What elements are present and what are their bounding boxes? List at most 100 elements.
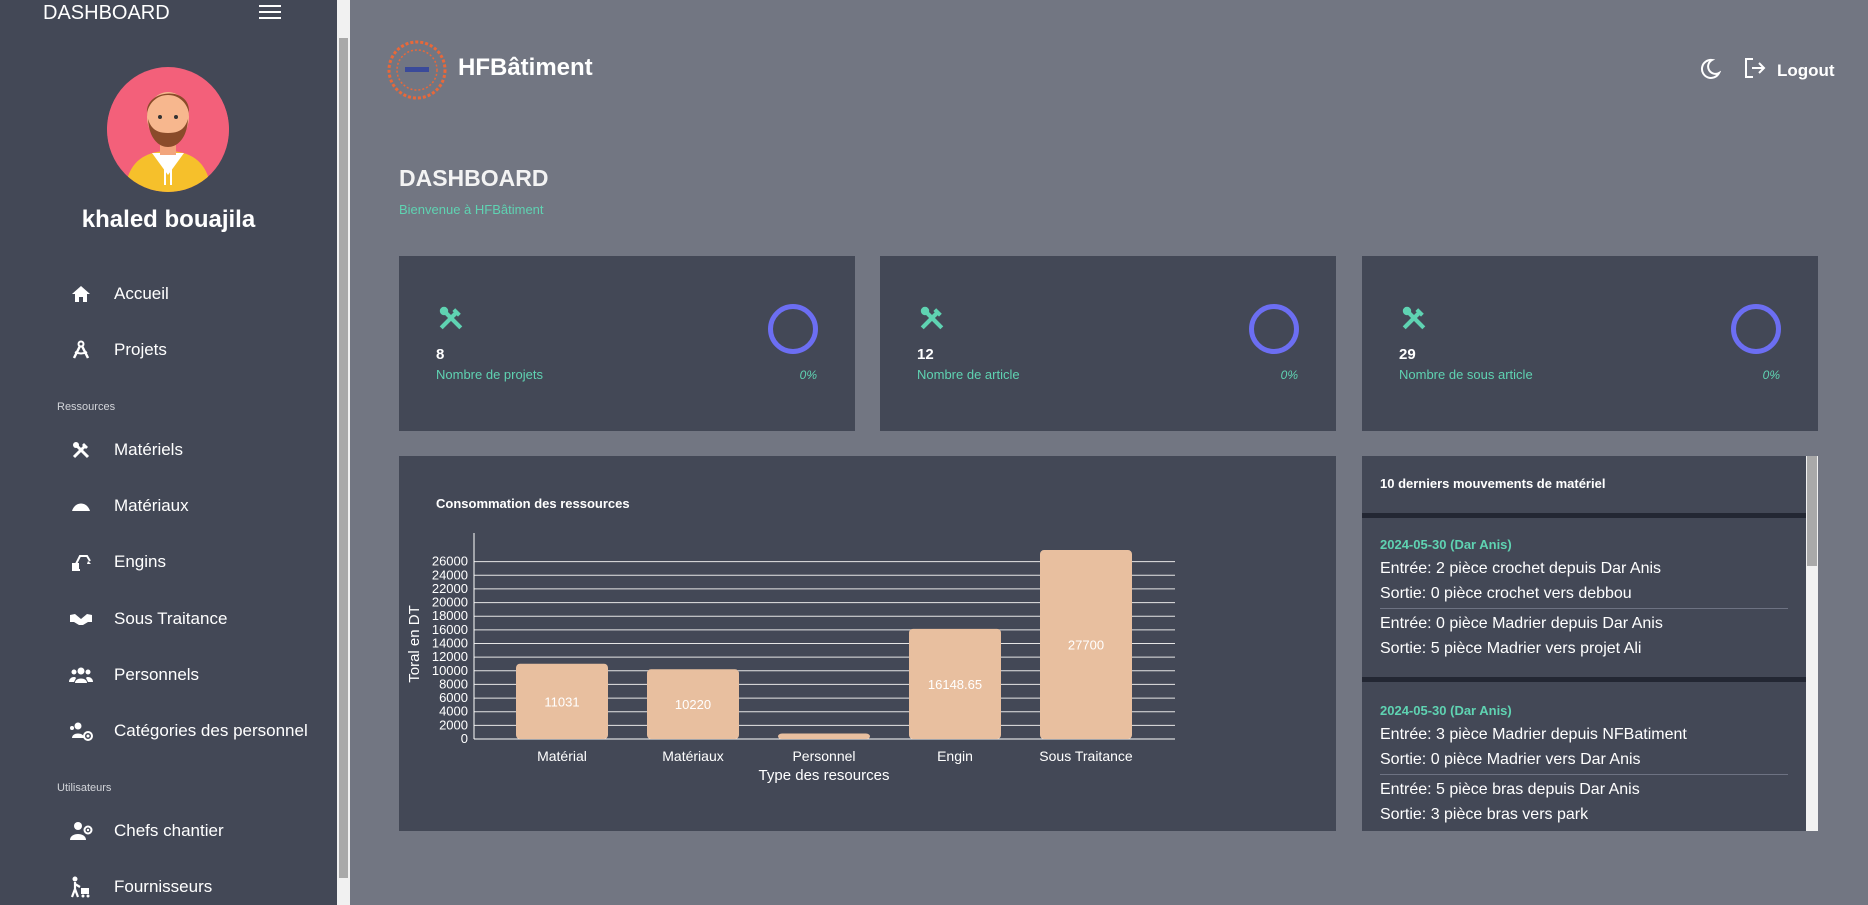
stat-value: 8 — [436, 346, 445, 363]
movement-divider — [1380, 774, 1788, 775]
section-label-resources: Ressources — [57, 401, 116, 413]
stat-card-sous-articles: 29 Nombre de sous article 0% — [1362, 256, 1818, 431]
sidebar-item-label: Matériaux — [114, 496, 189, 515]
progress-ring — [1731, 304, 1781, 354]
sidebar-item-fournisseurs[interactable]: Fournisseurs — [66, 869, 212, 905]
sidebar-item-materiaux[interactable]: Matériaux — [66, 488, 189, 524]
tools-icon — [1400, 304, 1428, 337]
logout-label: Logout — [1777, 60, 1835, 80]
bar-data-label: 27700 — [1068, 638, 1104, 653]
menu-toggle-icon[interactable] — [259, 5, 281, 22]
stat-value: 12 — [917, 346, 934, 363]
movement-entry: Entrée: 2 pièce crochet depuis Dar Anis — [1380, 560, 1662, 577]
sidebar-item-label: Projets — [114, 340, 167, 359]
movement-entry: Entrée: 0 pièce Madrier depuis Dar Anis — [1380, 615, 1663, 632]
chart-panel: Consommation des ressources 0 2000 4000 600… — [399, 456, 1336, 831]
sidebar-item-projets[interactable]: Projets — [66, 332, 167, 368]
y-tick-label: 2000 — [439, 717, 468, 732]
movement-separator — [1362, 513, 1806, 518]
users-cog-icon — [66, 721, 96, 741]
user-name: khaled bouajila — [81, 206, 256, 233]
x-axis-label: Type des resources — [759, 767, 890, 784]
y-tick-label: 18000 — [432, 608, 468, 623]
movement-separator — [1362, 677, 1806, 682]
tools-icon — [66, 440, 96, 460]
movement-divider — [1380, 608, 1788, 609]
sidebar-item-materiels[interactable]: Matériels — [66, 432, 183, 468]
user-gear-icon — [66, 821, 96, 841]
sidebar-item-label: Engins — [114, 552, 166, 571]
y-tick-label: 20000 — [432, 595, 468, 610]
sidebar-title: DASHBOARD — [43, 2, 170, 24]
sidebar-item-label: Personnels — [114, 665, 200, 684]
movement-entry: Entrée: 5 pièce bras depuis Dar Anis — [1380, 781, 1640, 798]
sidebar-item-label: Catégories des personnel — [114, 721, 308, 740]
y-tick-label: 24000 — [432, 567, 468, 582]
x-tick-label: Matérial — [537, 748, 587, 764]
movement-date: 2024-05-30 (Dar Anis) — [1380, 537, 1512, 552]
stat-value: 29 — [1399, 346, 1416, 363]
compass-icon — [66, 340, 96, 360]
y-tick-label: 8000 — [439, 676, 468, 691]
logout-icon — [1743, 56, 1767, 85]
brand-name[interactable]: HFBâtiment — [458, 54, 593, 82]
tools-icon — [918, 304, 946, 337]
logout-button[interactable]: Logout — [1743, 56, 1835, 85]
bar-chart: 0200040006000800010000120001400016000180… — [406, 533, 1175, 784]
y-tick-label: 14000 — [432, 636, 468, 651]
sidebar-item-engins[interactable]: Engins — [66, 544, 166, 580]
movement-exit: Sortie: 0 pièce Madrier vers Dar Anis — [1380, 751, 1641, 768]
home-icon — [66, 285, 96, 303]
x-tick-label: Matériaux — [662, 748, 723, 764]
y-tick-label: 16000 — [432, 622, 468, 637]
movement-date: 2024-05-30 (Dar Anis) — [1380, 703, 1512, 718]
progress-ring — [1249, 304, 1299, 354]
bar-data-label: 10220 — [675, 697, 711, 712]
sidebar-item-accueil[interactable]: Accueil — [66, 276, 169, 312]
handshake-icon — [66, 611, 96, 627]
y-tick-label: 26000 — [432, 554, 468, 569]
x-tick-label: Sous Traitance — [1039, 748, 1133, 764]
section-label-users: Utilisateurs — [57, 782, 112, 794]
y-axis-label: Toral en DT — [406, 605, 423, 683]
page-subtitle: Bienvenue à HFBâtiment — [399, 202, 544, 217]
sidebar: DASHBOARD khaled bouajila Accueil Projet… — [0, 0, 337, 905]
sidebar-item-chefs-chantier[interactable]: Chefs chantier — [66, 813, 224, 849]
sidebar-item-categories-personnel[interactable]: Catégories des personnel — [66, 713, 308, 749]
sidebar-item-personnels[interactable]: Personnels — [66, 657, 199, 693]
stat-label: Nombre de article — [917, 367, 1020, 382]
users-icon — [66, 666, 96, 684]
y-tick-label: 4000 — [439, 704, 468, 719]
y-tick-label: 10000 — [432, 663, 468, 678]
sidebar-item-sous-traitance[interactable]: Sous Traitance — [66, 601, 227, 637]
stat-card-articles: 12 Nombre de article 0% — [880, 256, 1336, 431]
bar — [778, 733, 870, 739]
movement-exit: Sortie: 0 pièce crochet vers debbou — [1380, 585, 1632, 602]
sidebar-item-label: Sous Traitance — [114, 609, 228, 628]
mound-icon — [66, 499, 96, 513]
movement-exit: Sortie: 5 pièce Madrier vers projet Ali — [1380, 640, 1642, 657]
progress-ring — [768, 304, 818, 354]
dark-mode-toggle-icon[interactable] — [1699, 58, 1722, 80]
movements-panel: 10 derniers mouvements de matériel 2024-… — [1362, 456, 1818, 831]
y-tick-label: 22000 — [432, 581, 468, 596]
person-cart-icon — [66, 876, 96, 898]
sidebar-scrollbar-thumb[interactable] — [339, 38, 348, 878]
sidebar-item-label: Chefs chantier — [114, 821, 224, 840]
sidebar-item-label: Fournisseurs — [114, 877, 213, 896]
stat-label: Nombre de projets — [436, 367, 543, 382]
page-title: DASHBOARD — [399, 165, 549, 191]
x-tick-label: Personnel — [792, 748, 855, 764]
avatar — [107, 67, 229, 192]
y-tick-label: 6000 — [439, 690, 468, 705]
excavator-icon — [66, 552, 96, 572]
brand-logo — [385, 38, 449, 102]
movements-title: 10 derniers mouvements de matériel — [1380, 476, 1606, 491]
sidebar-item-label: Matériels — [114, 440, 183, 459]
movement-group: 2024-05-30 (Dar Anis) Entrée: 3 pièce Ma… — [1380, 703, 1788, 827]
y-tick-label: 0 — [461, 731, 468, 746]
movements-scrollbar-thumb[interactable] — [1807, 456, 1817, 566]
y-tick-label: 12000 — [432, 649, 468, 664]
movement-group: 2024-05-30 (Dar Anis) Entrée: 2 pièce cr… — [1380, 537, 1788, 661]
bar-data-label: 16148.65 — [928, 677, 982, 692]
